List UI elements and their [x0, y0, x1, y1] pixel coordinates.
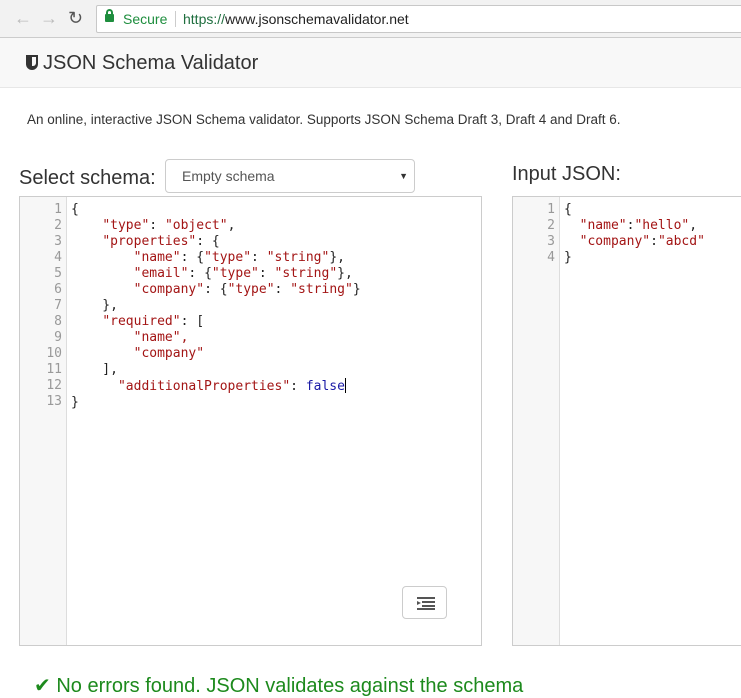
text-cursor [344, 378, 346, 393]
line-number: 2 [54, 218, 62, 233]
secure-label: Secure [123, 11, 168, 27]
line-number: 3 [547, 234, 555, 249]
code-line: { [71, 202, 79, 217]
selected-schema: Empty schema [182, 168, 275, 184]
line-number: 4 [54, 250, 62, 265]
format-button[interactable] [402, 586, 447, 619]
line-number: 1 [547, 202, 555, 217]
schema-code[interactable]: { "type": "object", "properties": { "nam… [71, 202, 361, 411]
line-number: 3 [54, 234, 62, 249]
line-numbers: 1 2 3 4 5 6 7 8 9 10 11 12 13 [20, 202, 62, 410]
code-line: "properties": { [102, 234, 220, 249]
code-line: "required": [ [102, 314, 205, 329]
address-bar[interactable]: Secure https://www.jsonschemavalidator.n… [96, 5, 741, 33]
back-icon[interactable]: ← [14, 8, 32, 29]
reload-icon[interactable]: ↻ [68, 8, 83, 29]
lock-icon [105, 9, 114, 22]
input-json-label: Input JSON: [512, 163, 621, 185]
line-number: 4 [547, 250, 555, 265]
code-line: "company" [71, 346, 205, 361]
url-text: https://www.jsonschemavalidator.net [183, 6, 409, 32]
code-line: }, [71, 298, 118, 313]
code-line: { [564, 202, 572, 217]
line-number: 8 [54, 314, 62, 329]
browser-toolbar: ← → ↻ Secure https://www.jsonschemavalid… [0, 0, 741, 38]
line-number: 9 [54, 330, 62, 345]
line-number: 13 [46, 394, 62, 409]
description: An online, interactive JSON Schema valid… [27, 112, 621, 127]
code-line: ], [71, 362, 118, 377]
code-line: "name": {"type": "string"}, [133, 250, 345, 265]
url-host: www.jsonschemavalidator.net [225, 11, 409, 27]
code-line: "email": {"type": "string"}, [133, 266, 353, 281]
line-number: 5 [54, 266, 62, 281]
code-line: "type": "object", [102, 218, 236, 233]
code-line: "company": {"type": "string"} [133, 282, 361, 297]
code-line: "name":"hello", [579, 218, 698, 233]
line-number: 12 [46, 378, 62, 393]
code-line: "company":"abcd" [579, 234, 705, 249]
shield-icon [26, 55, 38, 70]
line-number: 10 [46, 346, 62, 361]
line-number: 2 [547, 218, 555, 233]
validation-result: ✔ No errors found. JSON validates agains… [34, 673, 523, 698]
code-line: "additionalProperties": false [117, 378, 346, 394]
schema-editor[interactable]: 1 2 3 4 5 6 7 8 9 10 11 12 13 { "type": "object", "p… [19, 196, 482, 646]
indent-icon [417, 597, 435, 610]
divider [175, 11, 176, 27]
schema-select[interactable]: Empty schema ▼ [165, 159, 415, 193]
line-numbers: 1234 [513, 202, 555, 266]
chevron-down-icon: ▼ [399, 171, 408, 181]
select-schema-label: Select schema: [19, 167, 156, 189]
page-title: JSON Schema Validator [43, 52, 259, 74]
line-number: 11 [46, 362, 62, 377]
navbar: JSON Schema Validator [0, 38, 741, 88]
line-number: 7 [54, 298, 62, 313]
code-line: } [564, 250, 572, 265]
line-number: 1 [54, 202, 62, 217]
code-line: "name", [71, 330, 189, 345]
input-code[interactable]: { "name":"hello", "company":"abcd"} [564, 202, 705, 266]
forward-icon[interactable]: → [40, 8, 58, 29]
code-line: } [71, 395, 79, 410]
brand-link[interactable]: JSON Schema Validator [26, 52, 258, 75]
input-editor[interactable]: 1234 { "name":"hello", "company":"abcd"} [512, 196, 741, 646]
url-scheme: https:// [183, 11, 226, 27]
line-number: 6 [54, 282, 62, 297]
